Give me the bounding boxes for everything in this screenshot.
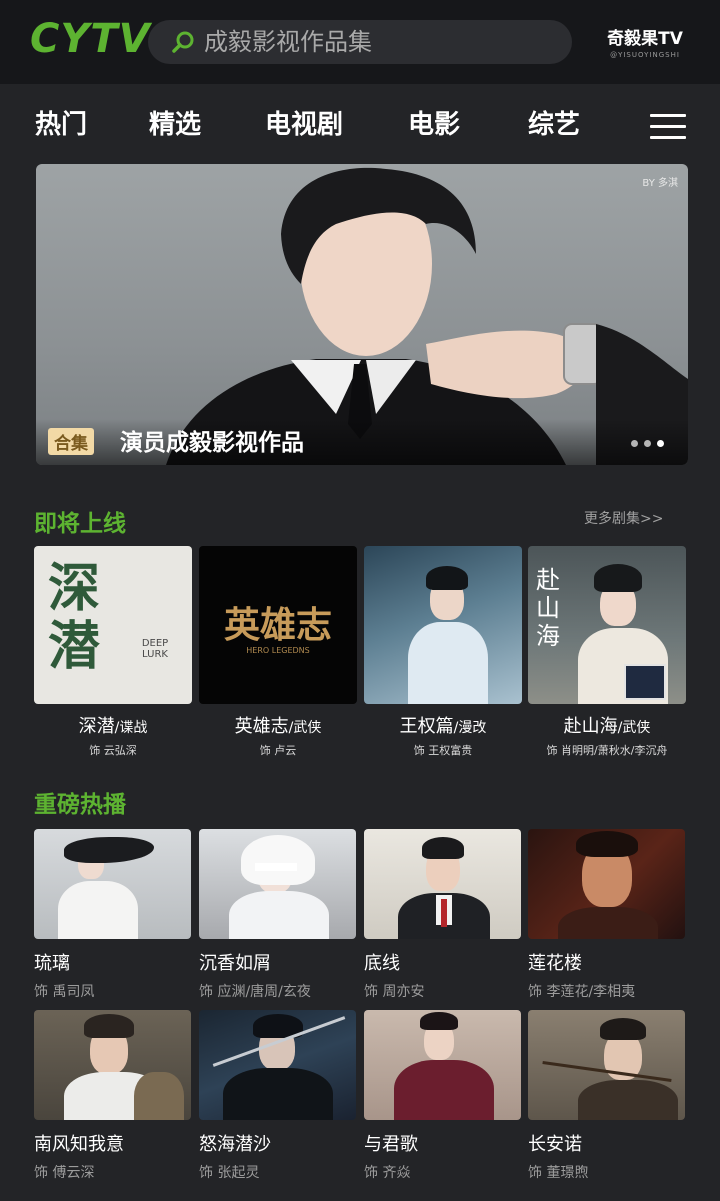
- series-genre: /谍战: [114, 720, 148, 736]
- series-role: 饰 董璟煦: [528, 1165, 589, 1181]
- series-role: 饰 禹司凤: [34, 984, 95, 1000]
- series-title: 赴山海/武侠: [563, 716, 651, 737]
- series-role: 饰 卢云: [259, 744, 297, 757]
- series-title: 长安诺: [528, 1134, 582, 1155]
- series-title: 怒海潜沙: [199, 1134, 271, 1155]
- series-title: 底线: [364, 953, 400, 974]
- collection-tag: 合集: [48, 428, 94, 455]
- upcoming-card[interactable]: 深潜 DEEP LURK 深潜/谍战 饰 云弘深: [34, 546, 192, 758]
- thumbnail-image: [528, 1010, 685, 1120]
- series-role: 饰 周亦安: [364, 984, 425, 1000]
- series-title: 琉璃: [34, 953, 70, 974]
- hot-card[interactable]: 琉璃 饰 禹司凤: [34, 829, 191, 1001]
- section-heading-hot: 重磅热播: [34, 792, 126, 818]
- carousel-dot[interactable]: [644, 440, 651, 447]
- poster-image: 英雄志 HERO LEGEDNS: [199, 546, 357, 704]
- upcoming-card[interactable]: 赴山海 赴山海/武侠 饰 肖明明/萧秋水/李沉舟: [528, 546, 686, 758]
- thumbnail-image: [199, 1010, 356, 1120]
- series-title: 深潜/谍战: [78, 716, 148, 737]
- thumbnail-image: [364, 829, 521, 939]
- poster-image: [364, 546, 522, 704]
- poster-subtitle: HERO LEGEDNS: [246, 646, 310, 655]
- series-role: 饰 傅云深: [34, 1165, 95, 1181]
- series-role: 饰 王权富贵: [413, 744, 473, 757]
- series-role: 饰 应渊/唐周/玄夜: [199, 984, 311, 1000]
- featured-banner[interactable]: BY 多淇 合集 演员成毅影视作品: [36, 164, 688, 465]
- thumbnail-image: [364, 1010, 521, 1120]
- hot-card[interactable]: 与君歌 饰 齐焱: [364, 1010, 521, 1182]
- series-role: 饰 云弘深: [89, 744, 137, 757]
- thumbnail-image: [34, 829, 191, 939]
- app-logo[interactable]: CYTV: [30, 16, 151, 62]
- poster-calligraphy: 赴山海: [536, 566, 560, 650]
- hot-card[interactable]: 长安诺 饰 董璟煦: [528, 1010, 685, 1182]
- banner-title: 演员成毅影视作品: [120, 430, 304, 456]
- thumbnail-image: [199, 829, 356, 939]
- category-nav: 热门 精选 电视剧 电影 综艺: [0, 104, 720, 148]
- poster-subtitle: DEEP LURK: [141, 638, 169, 660]
- banner-byline: BY 多淇: [642, 178, 678, 189]
- series-title: 英雄志/武侠: [234, 716, 322, 737]
- more-series-link[interactable]: 更多剧集>>: [584, 508, 663, 528]
- series-role: 饰 齐焱: [364, 1165, 411, 1181]
- upcoming-card[interactable]: 英雄志 HERO LEGEDNS 英雄志/武侠 饰 卢云: [199, 546, 357, 758]
- poster-image: 深潜 DEEP LURK: [34, 546, 192, 704]
- series-title: 王权篇/漫改: [399, 716, 487, 737]
- brand-handle: @YISUOYINGSHI: [610, 51, 680, 59]
- hot-card[interactable]: 怒海潜沙 饰 张起灵: [199, 1010, 356, 1182]
- carousel-indicator[interactable]: [631, 440, 664, 447]
- search-bar[interactable]: [148, 20, 572, 64]
- carousel-dot-active[interactable]: [657, 440, 664, 447]
- carousel-dot[interactable]: [631, 440, 638, 447]
- tab-hot[interactable]: 热门: [35, 104, 87, 141]
- series-role: 饰 李莲花/李相夷: [528, 984, 636, 1000]
- series-title: 莲花楼: [528, 953, 582, 974]
- tab-movies[interactable]: 电影: [408, 104, 460, 141]
- hot-card[interactable]: 沉香如屑 饰 应渊/唐周/玄夜: [199, 829, 356, 1001]
- search-icon: [172, 31, 194, 53]
- series-title: 南风知我意: [34, 1134, 124, 1155]
- upcoming-card[interactable]: 王权篇/漫改 饰 王权富贵: [364, 546, 522, 758]
- hot-card[interactable]: 莲花楼 饰 李莲花/李相夷: [528, 829, 685, 1001]
- hot-card[interactable]: 底线 饰 周亦安: [364, 829, 521, 1001]
- section-heading-upcoming: 即将上线: [34, 511, 126, 537]
- hot-card[interactable]: 南风知我意 饰 傅云深: [34, 1010, 191, 1182]
- series-role: 饰 张起灵: [199, 1165, 260, 1181]
- brand-name: 奇毅果TV: [607, 29, 683, 49]
- series-genre: /武侠: [288, 720, 322, 736]
- thumbnail-image: [34, 1010, 191, 1120]
- series-genre: /漫改: [453, 720, 487, 736]
- menu-icon[interactable]: [650, 114, 686, 140]
- series-role: 饰 肖明明/萧秋水/李沉舟: [546, 744, 668, 757]
- search-input[interactable]: [204, 28, 544, 56]
- top-bar: CYTV 奇毅果TV @YISUOYINGSHI: [0, 0, 720, 84]
- poster-image: 赴山海: [528, 546, 686, 704]
- brand-logo: 奇毅果TV @YISUOYINGSHI: [600, 24, 690, 59]
- series-title: 与君歌: [364, 1134, 418, 1155]
- series-title: 沉香如屑: [199, 953, 271, 974]
- tab-tv-series[interactable]: 电视剧: [265, 104, 343, 141]
- tab-variety[interactable]: 综艺: [528, 104, 580, 141]
- tab-featured[interactable]: 精选: [149, 104, 201, 141]
- series-genre: /武侠: [617, 720, 651, 736]
- poster-calligraphy: 英雄志: [223, 604, 332, 646]
- thumbnail-image: [528, 829, 685, 939]
